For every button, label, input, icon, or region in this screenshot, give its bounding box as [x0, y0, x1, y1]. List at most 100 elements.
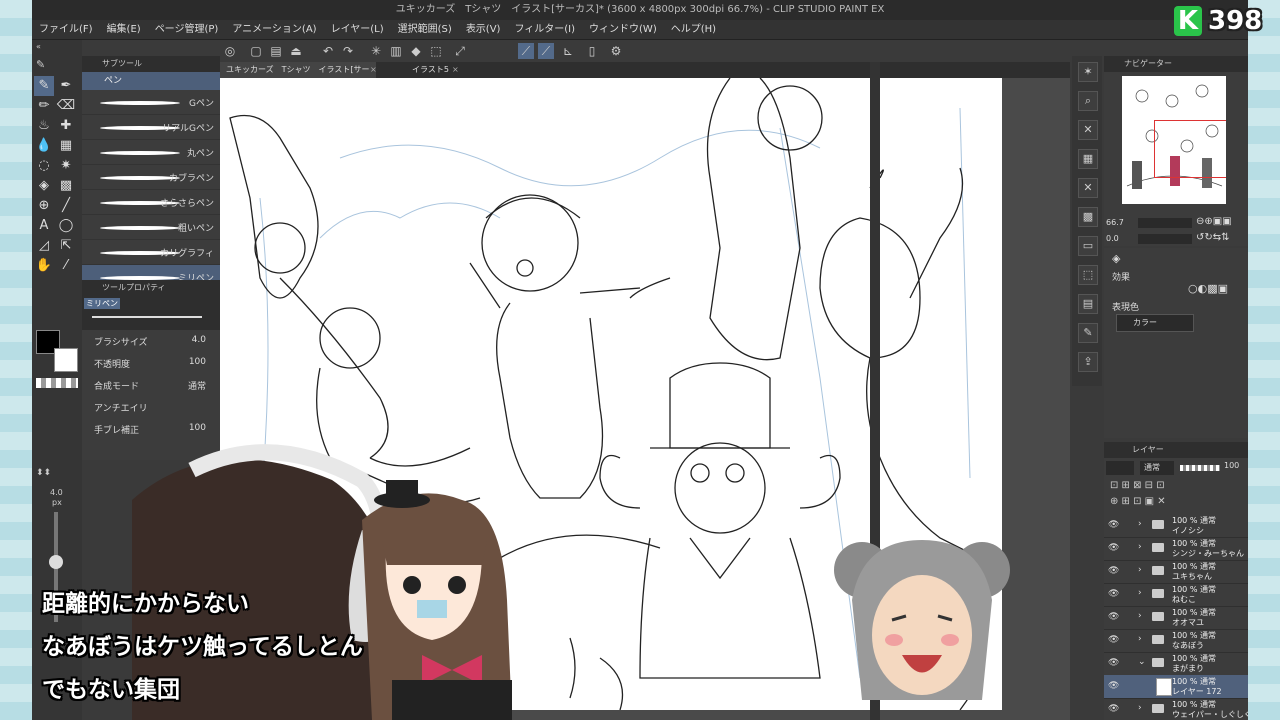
- brush-item[interactable]: 粗いペン: [82, 215, 220, 240]
- menu-view[interactable]: 表示(V): [459, 20, 508, 39]
- tab-circus[interactable]: ユキッカーズ Tシャツ イラスト[サーカス]*: [220, 62, 376, 90]
- chevron-right-icon[interactable]: ›: [1138, 542, 1142, 552]
- rotate-slider[interactable]: [1138, 234, 1192, 244]
- save-icon[interactable]: ⏏: [288, 43, 304, 59]
- chevron-right-icon[interactable]: ›: [1138, 611, 1142, 621]
- snap-ruler-icon[interactable]: ⟋: [518, 43, 534, 59]
- chevron-down-icon[interactable]: ⌄: [1138, 657, 1146, 667]
- navigator-view-rect[interactable]: [1154, 120, 1226, 178]
- layer-icon[interactable]: ▦: [1078, 149, 1098, 169]
- settings-icon[interactable]: ⚙: [608, 43, 624, 59]
- edit-icon[interactable]: ✎: [1078, 323, 1098, 343]
- new-file-icon[interactable]: ▢: [248, 43, 264, 59]
- menu-filter[interactable]: フィルター(I): [507, 20, 582, 39]
- effect-icons[interactable]: ○◐▩▣: [1188, 282, 1228, 295]
- text-tool-icon[interactable]: A: [34, 216, 54, 236]
- brush-stroke-icon[interactable]: ⤢: [452, 43, 468, 59]
- sub-color-swatch[interactable]: [54, 348, 78, 372]
- layer-blend-select[interactable]: 通常: [1140, 461, 1174, 475]
- property-value[interactable]: 通常: [188, 379, 206, 392]
- layer-opacity-value[interactable]: 100: [1224, 461, 1239, 470]
- ruler-tool-icon[interactable]: ◿: [34, 236, 54, 256]
- layer-row[interactable]: 👁 › 100 % 通常 オオマユ: [1104, 606, 1248, 630]
- redo-icon[interactable]: ↷: [340, 43, 356, 59]
- expression-color-select[interactable]: カラー: [1116, 314, 1194, 332]
- lasso-tool-icon[interactable]: ◌: [34, 156, 54, 176]
- layer-row[interactable]: 👁 › 100 % 通常 ユキちゃん: [1104, 560, 1248, 584]
- chevron-right-icon[interactable]: ›: [1138, 588, 1142, 598]
- visibility-icon[interactable]: 👁: [1108, 543, 1119, 553]
- menu-file[interactable]: ファイル(F): [32, 20, 100, 39]
- airbrush-tool-icon[interactable]: ♨: [34, 116, 54, 136]
- tool-icon[interactable]: ✶: [1078, 62, 1098, 82]
- eraser-tool-icon[interactable]: ⌫: [56, 96, 76, 116]
- brush-item[interactable]: カブラペン: [82, 165, 220, 190]
- collapse-icon[interactable]: «: [36, 42, 41, 51]
- zoom-value[interactable]: 66.7: [1106, 218, 1124, 227]
- pencil-tool-icon[interactable]: ✏: [34, 96, 54, 116]
- transform-icon[interactable]: ⬚: [1078, 265, 1098, 285]
- menu-layer[interactable]: レイヤー(L): [324, 20, 391, 39]
- open-file-icon[interactable]: ▤: [268, 43, 284, 59]
- rotate-value[interactable]: 0.0: [1106, 234, 1119, 243]
- menu-window[interactable]: ウィンドウ(W): [582, 20, 664, 39]
- visibility-icon[interactable]: 👁: [1108, 635, 1119, 645]
- visibility-icon[interactable]: 👁: [1108, 520, 1119, 530]
- chevron-right-icon[interactable]: ›: [1138, 634, 1142, 644]
- menu-help[interactable]: ヘルプ(H): [664, 20, 723, 39]
- line-tool-icon[interactable]: ╱: [56, 196, 76, 216]
- select-tool-icon[interactable]: ⇱: [56, 236, 76, 256]
- frame-tool-icon[interactable]: ▦: [56, 136, 76, 156]
- loading-icon[interactable]: ✳: [368, 43, 384, 59]
- tab-illust5[interactable]: イラスト5: [406, 62, 472, 78]
- menu-page[interactable]: ページ管理(P): [148, 20, 226, 39]
- gradient-tool-icon[interactable]: ▩: [56, 176, 76, 196]
- brush-item[interactable]: リアルGペン: [82, 115, 220, 140]
- chevron-right-icon[interactable]: ›: [1138, 565, 1142, 575]
- visibility-icon[interactable]: 👁: [1108, 612, 1119, 622]
- visibility-icon[interactable]: 👁: [1108, 681, 1119, 691]
- blend-tool-icon[interactable]: 💧: [34, 136, 54, 156]
- property-row[interactable]: ブラシサイズ 4.0: [82, 330, 220, 352]
- property-row[interactable]: 合成モード 通常: [82, 374, 220, 396]
- zoom-slider[interactable]: [1138, 218, 1192, 228]
- layer-row[interactable]: 👁 100 % 通常 レイヤー 172: [1104, 675, 1248, 699]
- undo-icon[interactable]: ↶: [320, 43, 336, 59]
- brush-item[interactable]: さらさらペン: [82, 190, 220, 215]
- pen-tool-icon[interactable]: ✎: [34, 76, 54, 96]
- clip-studio-icon[interactable]: ◎: [222, 43, 238, 59]
- property-row[interactable]: アンチエイリ: [82, 396, 220, 418]
- menu-animation[interactable]: アニメーション(A): [225, 20, 323, 39]
- auto-select-tool-icon[interactable]: ✷: [56, 156, 76, 176]
- export-icon[interactable]: ⇪: [1078, 352, 1098, 372]
- navigator-thumbnail[interactable]: [1122, 76, 1226, 204]
- grid-icon[interactable]: ▩: [1078, 207, 1098, 227]
- property-row[interactable]: 手ブレ補正 100: [82, 418, 220, 440]
- layer-tool-icons[interactable]: ⊡ ⊞ ⊠ ⊟ ⊡: [1110, 480, 1165, 491]
- object-tool-icon[interactable]: ⊕: [34, 196, 54, 216]
- visibility-icon[interactable]: 👁: [1108, 589, 1119, 599]
- hand-tool-icon[interactable]: ✋: [34, 256, 54, 276]
- tab-close-icon[interactable]: ×: [370, 62, 377, 78]
- close-icon[interactable]: ✕: [1078, 178, 1098, 198]
- fill-icon[interactable]: ◆: [408, 43, 424, 59]
- move-tool-icon[interactable]: ✚: [56, 116, 76, 136]
- brush-size-slider-knob[interactable]: [49, 555, 63, 569]
- layer-row[interactable]: 👁 › 100 % 通常 イノシシ: [1104, 514, 1248, 538]
- brush-item[interactable]: Gペン: [82, 90, 220, 115]
- property-value[interactable]: 100: [189, 423, 206, 433]
- fill-tool-icon[interactable]: ◈: [34, 176, 54, 196]
- layer-row[interactable]: 👁 › 100 % 通常 ウェイパー・しぐしぐ: [1104, 698, 1248, 720]
- property-row[interactable]: 不透明度 100: [82, 352, 220, 374]
- menu-selection[interactable]: 選択範囲(S): [391, 20, 459, 39]
- layer-action-icons[interactable]: ⊕ ⊞ ⊡ ▣ ✕: [1110, 496, 1166, 507]
- device-icon[interactable]: ▯: [584, 43, 600, 59]
- snap-special-icon[interactable]: ⟋: [538, 43, 554, 59]
- close-panel-icon[interactable]: ✕: [1078, 120, 1098, 140]
- chevron-right-icon[interactable]: ›: [1138, 519, 1142, 529]
- balloon-tool-icon[interactable]: ◯: [56, 216, 76, 236]
- layer-row[interactable]: 👁 › 100 % 通常 シンジ・みーちゃん: [1104, 537, 1248, 561]
- zoom-icons[interactable]: ⊖⊕▣▣: [1196, 216, 1232, 227]
- subtool-group-label[interactable]: ペン: [82, 72, 220, 90]
- transform-icon[interactable]: ⬚: [428, 43, 444, 59]
